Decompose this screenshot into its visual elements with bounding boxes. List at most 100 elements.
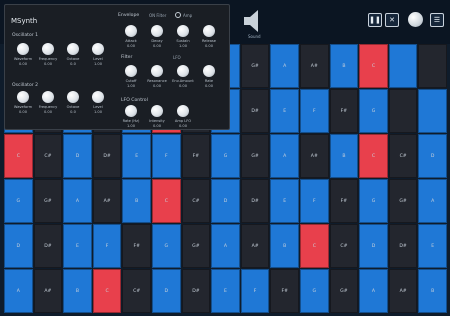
note-pad[interactable]: C# [181,179,211,223]
note-pad[interactable]: A# [240,224,270,268]
note-pad[interactable]: C [4,134,33,178]
note-pad[interactable]: B [329,44,359,88]
note-pad[interactable]: C [359,134,388,178]
note-pad[interactable]: B [329,134,359,178]
note-pad[interactable]: B [418,269,447,313]
note-pad[interactable]: D [418,134,447,178]
note-pad[interactable]: G [359,179,388,223]
note-pad[interactable]: F [92,224,122,268]
note-pad[interactable]: G# [181,224,211,268]
knob-icon[interactable] [177,65,189,77]
note-pad[interactable]: D [359,224,388,268]
note-pad[interactable] [418,89,447,133]
note-pad[interactable]: F# [329,89,359,133]
note-pad[interactable] [418,44,447,88]
note-pad[interactable]: A [4,269,33,313]
knob-icon[interactable] [151,25,163,37]
note-pad[interactable]: E [270,89,299,133]
note-pad[interactable] [388,89,418,133]
knob-icon[interactable] [177,25,189,37]
note-pad[interactable]: A# [92,179,122,223]
note-pad[interactable]: A# [300,134,329,178]
note-pad[interactable]: D [211,179,240,223]
note-pad[interactable]: C# [33,134,63,178]
note-pad[interactable]: D# [92,134,122,178]
amp-toggle-icon[interactable] [175,12,181,18]
knob-icon[interactable] [67,91,79,103]
knob-icon[interactable] [203,25,215,37]
note-pad[interactable]: A [63,179,92,223]
note-pad[interactable]: A [270,44,299,88]
note-pad[interactable]: F# [122,224,151,268]
note-pad[interactable]: A [418,179,447,223]
note-pad[interactable]: C [359,44,388,88]
knob-icon[interactable] [42,43,54,55]
note-pad[interactable]: A [270,134,299,178]
note-pad[interactable]: G [211,134,240,178]
knob-icon[interactable] [125,65,137,77]
note-pad[interactable]: D# [33,224,63,268]
note-pad[interactable]: D# [240,89,270,133]
note-pad[interactable]: G# [33,179,63,223]
note-pad[interactable]: D# [181,269,211,313]
note-pad[interactable]: F# [329,179,359,223]
menu-button[interactable]: ☰ [430,13,444,27]
note-pad[interactable]: C# [122,269,151,313]
amp-toggle-label[interactable]: Amp [183,13,192,18]
pause-button[interactable]: ❚❚ [368,13,382,27]
close-button[interactable]: ✕ [385,13,399,27]
knob-icon[interactable] [125,25,137,37]
note-pad[interactable]: C# [388,134,418,178]
knob-icon[interactable] [177,105,189,117]
filter-toggle-label[interactable]: ON Filter [149,13,166,18]
note-pad[interactable]: G [359,89,388,133]
knob-icon[interactable] [92,91,104,103]
note-pad[interactable]: G [4,179,33,223]
note-pad[interactable]: C# [329,224,359,268]
note-pad[interactable]: C [92,269,122,313]
note-pad[interactable]: B [122,179,151,223]
note-pad[interactable]: G# [388,179,418,223]
lfo-toggle-label[interactable]: LFO [173,55,181,60]
note-pad[interactable]: E [270,179,299,223]
note-pad[interactable]: D# [388,224,418,268]
note-pad[interactable]: F# [270,269,299,313]
note-pad[interactable]: A# [300,44,329,88]
note-pad[interactable]: D [152,269,181,313]
knob-icon[interactable] [92,43,104,55]
knob-icon[interactable] [203,65,215,77]
note-pad[interactable]: A# [388,269,418,313]
note-pad[interactable]: G# [329,269,359,313]
note-pad[interactable]: A# [33,269,63,313]
note-pad[interactable]: F# [181,134,211,178]
note-pad[interactable]: G [152,224,181,268]
note-pad[interactable]: E [122,134,151,178]
note-pad[interactable]: F [152,134,181,178]
knob-icon[interactable] [17,91,29,103]
knob-icon[interactable] [17,43,29,55]
note-pad[interactable]: D [63,134,92,178]
note-pad[interactable]: C [152,179,181,223]
note-pad[interactable]: B [63,269,92,313]
note-pad[interactable]: F [300,179,329,223]
note-pad[interactable]: G# [240,134,270,178]
knob-icon[interactable] [42,91,54,103]
knob-icon[interactable] [151,105,163,117]
note-pad[interactable]: A [359,269,388,313]
note-pad[interactable]: A [211,224,240,268]
note-pad[interactable]: E [418,224,447,268]
note-pad[interactable]: F [300,89,329,133]
note-pad[interactable] [388,44,418,88]
note-pad[interactable]: G [300,269,329,313]
knob-icon[interactable] [151,65,163,77]
note-pad[interactable]: C [300,224,329,268]
note-pad[interactable]: D [4,224,33,268]
knob-icon[interactable] [67,43,79,55]
knob-icon[interactable] [125,105,137,117]
speaker-icon[interactable] [240,6,270,36]
note-pad[interactable]: B [270,224,299,268]
note-pad[interactable]: D# [240,179,270,223]
note-pad[interactable]: G# [240,44,270,88]
note-pad[interactable]: F [240,269,270,313]
note-pad[interactable]: E [211,269,240,313]
